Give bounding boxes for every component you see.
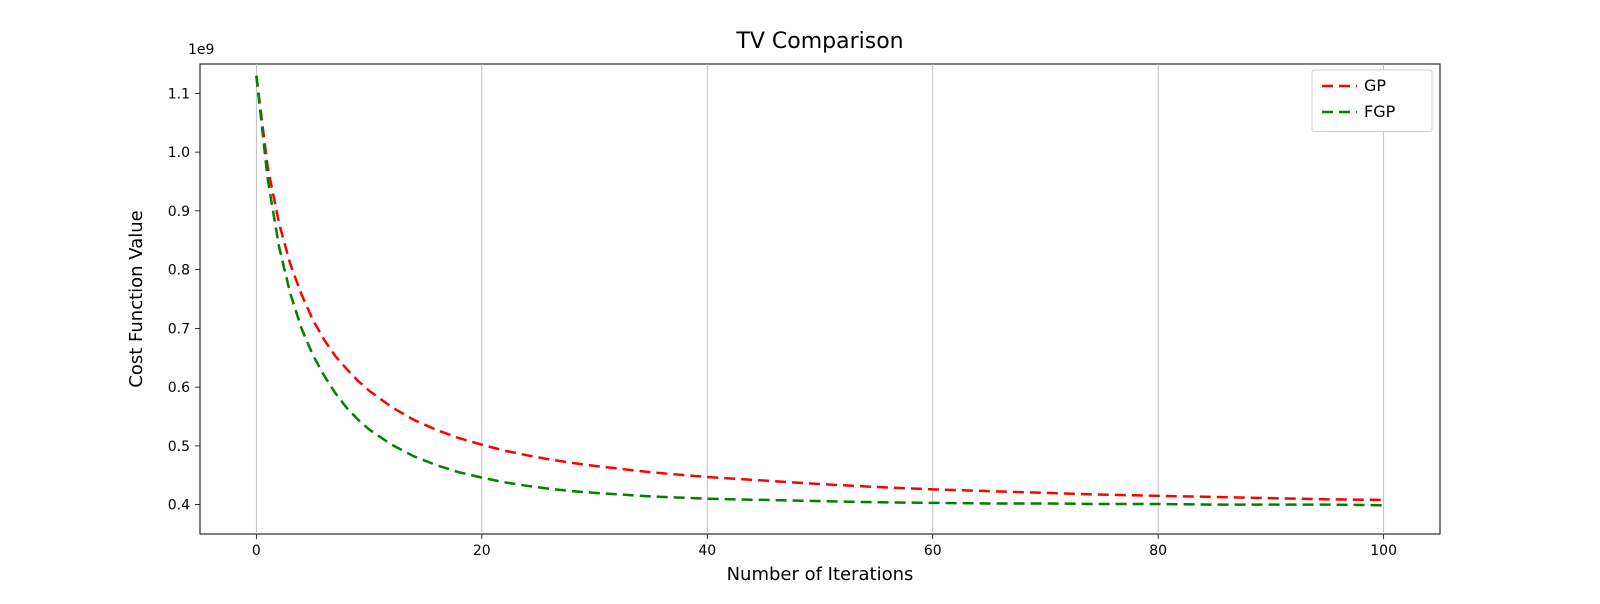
svg-text:0.6: 0.6 <box>168 380 190 396</box>
svg-text:0: 0 <box>252 543 261 559</box>
svg-text:60: 60 <box>924 543 942 559</box>
y-axis-label: Cost Function Value <box>126 210 147 387</box>
legend-label-FGP: FGP <box>1364 102 1396 121</box>
chart-svg: TV Comparison 1e9 0 20 40 60 80 100 0.4 0.5 0.6… <box>0 0 1600 600</box>
x-axis-label: Number of Iterations <box>727 564 914 585</box>
x-ticks: 0 20 40 60 80 100 <box>252 534 1397 559</box>
chart-title: TV Comparison <box>735 29 903 54</box>
series-lines <box>256 76 1383 505</box>
svg-text:100: 100 <box>1370 543 1397 559</box>
series-FGP <box>256 76 1383 505</box>
chart-figure: TV Comparison 1e9 0 20 40 60 80 100 0.4 0.5 0.6… <box>0 0 1600 600</box>
y-ticks: 0.4 0.5 0.6 0.7 0.8 0.9 1.0 1.1 <box>168 86 200 513</box>
legend-label-GP: GP <box>1364 76 1386 95</box>
legend: GP FGP <box>1312 70 1432 132</box>
svg-text:0.4: 0.4 <box>168 498 190 514</box>
plot-area: 0 20 40 60 80 100 0.4 0.5 0.6 0.7 0.8 0.9 1.0 1.1 GP… <box>168 64 1440 559</box>
svg-text:0.7: 0.7 <box>168 321 190 337</box>
svg-text:80: 80 <box>1149 543 1167 559</box>
svg-text:0.9: 0.9 <box>168 204 190 220</box>
svg-text:0.5: 0.5 <box>168 439 190 455</box>
series-GP <box>256 76 1383 500</box>
svg-text:1.0: 1.0 <box>168 145 190 161</box>
svg-text:0.8: 0.8 <box>168 263 190 279</box>
svg-text:20: 20 <box>473 543 491 559</box>
y-offset-text: 1e9 <box>188 42 214 58</box>
svg-text:1.1: 1.1 <box>168 86 190 102</box>
grid <box>256 64 1383 534</box>
svg-text:40: 40 <box>698 543 716 559</box>
